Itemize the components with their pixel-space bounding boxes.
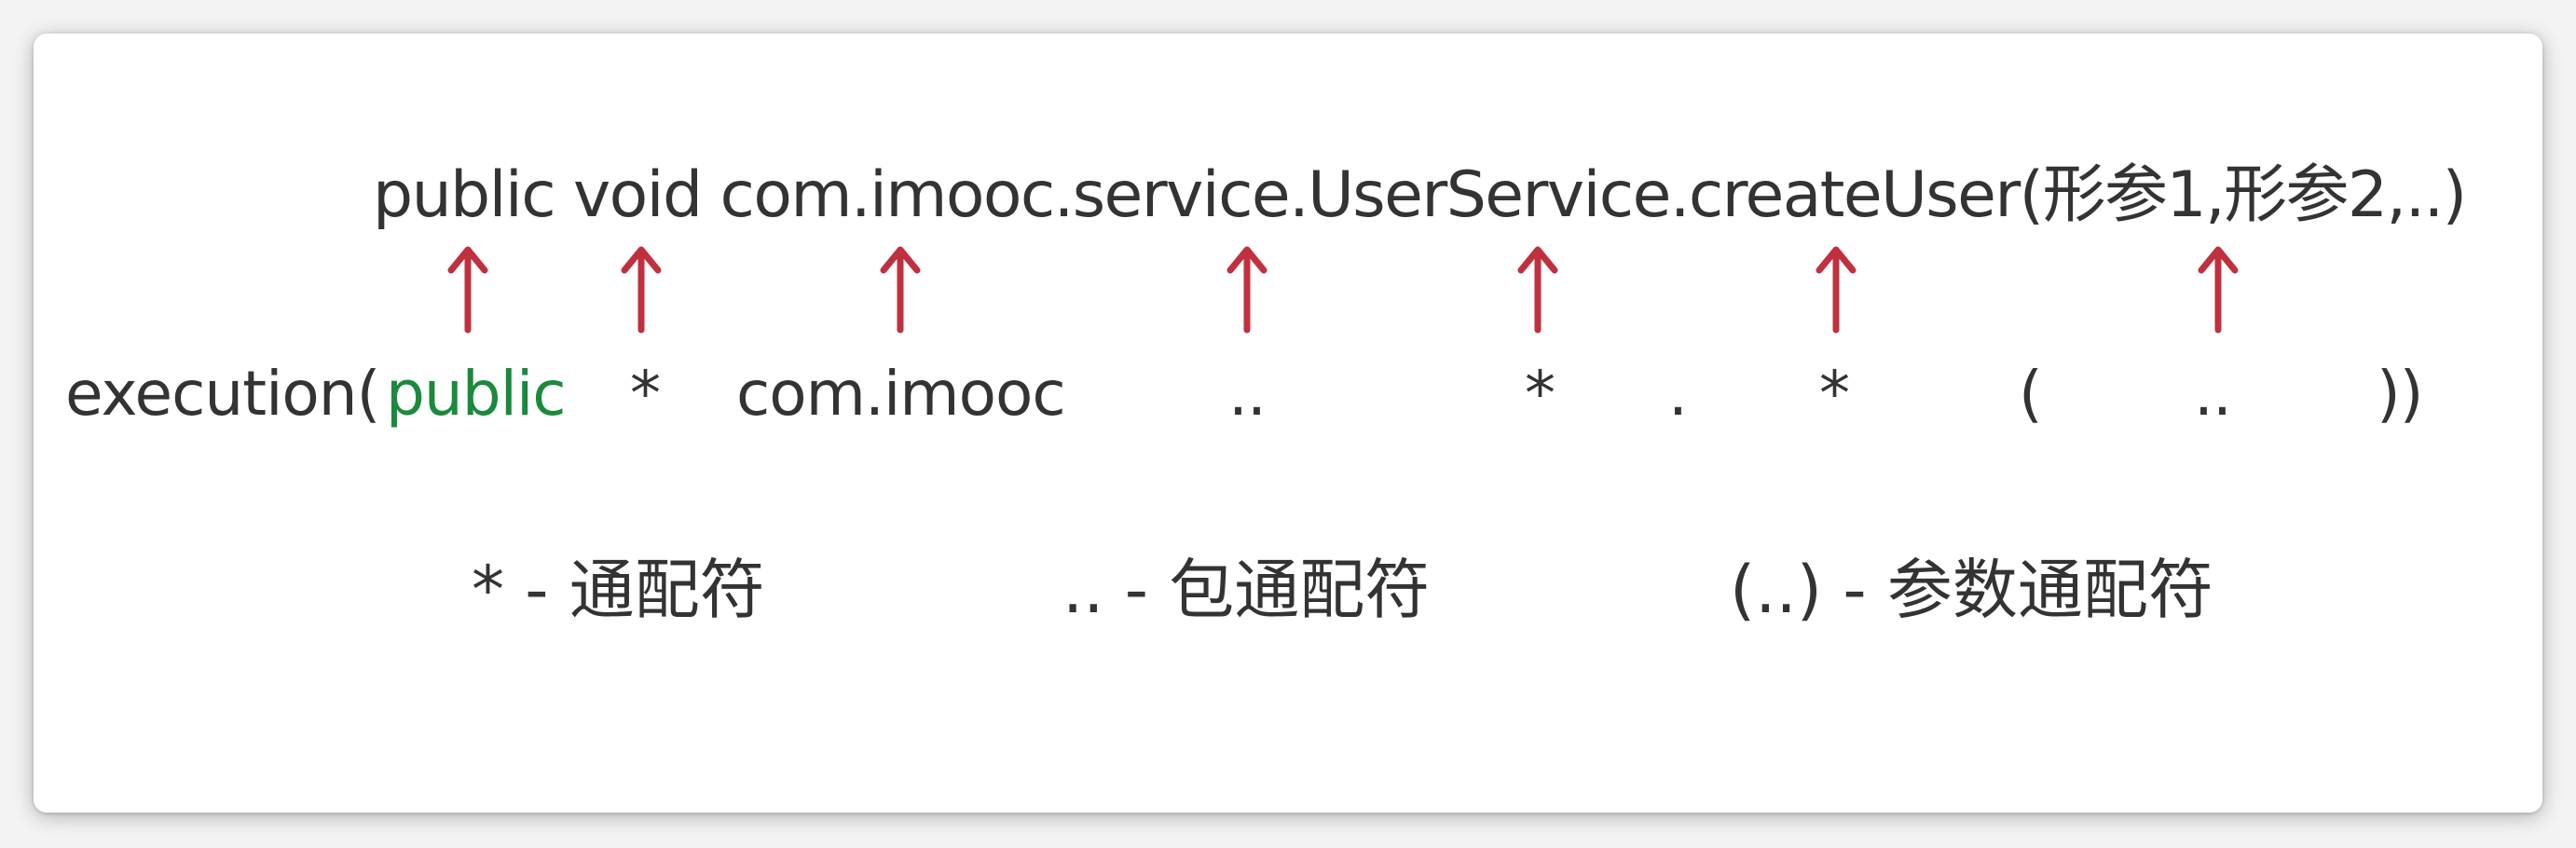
param-wildcard: .. <box>2194 358 2232 430</box>
arrow-package-icon <box>880 246 921 334</box>
legend-star-wildcard: * - 通配符 <box>472 552 765 628</box>
expression-modifier-public: public <box>386 358 567 430</box>
separator-dot: . <box>1668 358 1688 430</box>
package-wildcard: .. <box>1228 358 1267 430</box>
legend-package-wildcard: .. - 包通配符 <box>1062 552 1431 628</box>
arrow-modifier-icon <box>447 246 488 334</box>
arrow-method-sep-icon <box>1517 246 1558 334</box>
arrow-class-icon <box>1226 246 1267 334</box>
arrow-method-icon <box>1816 246 1857 334</box>
package-prefix: com.imooc <box>736 358 1066 430</box>
method-wildcard: * <box>1819 358 1850 430</box>
return-type-wildcard: * <box>630 358 661 430</box>
params-open-paren: ( <box>2019 358 2043 430</box>
close-parens: )) <box>2377 358 2423 430</box>
arrow-params-icon <box>2198 246 2239 334</box>
legend-param-wildcard: (..) - 参数通配符 <box>1730 552 2213 628</box>
arrow-return-type-icon <box>621 246 662 334</box>
expression-prefix: execution( <box>65 358 380 430</box>
class-wildcard: * <box>1525 358 1555 430</box>
